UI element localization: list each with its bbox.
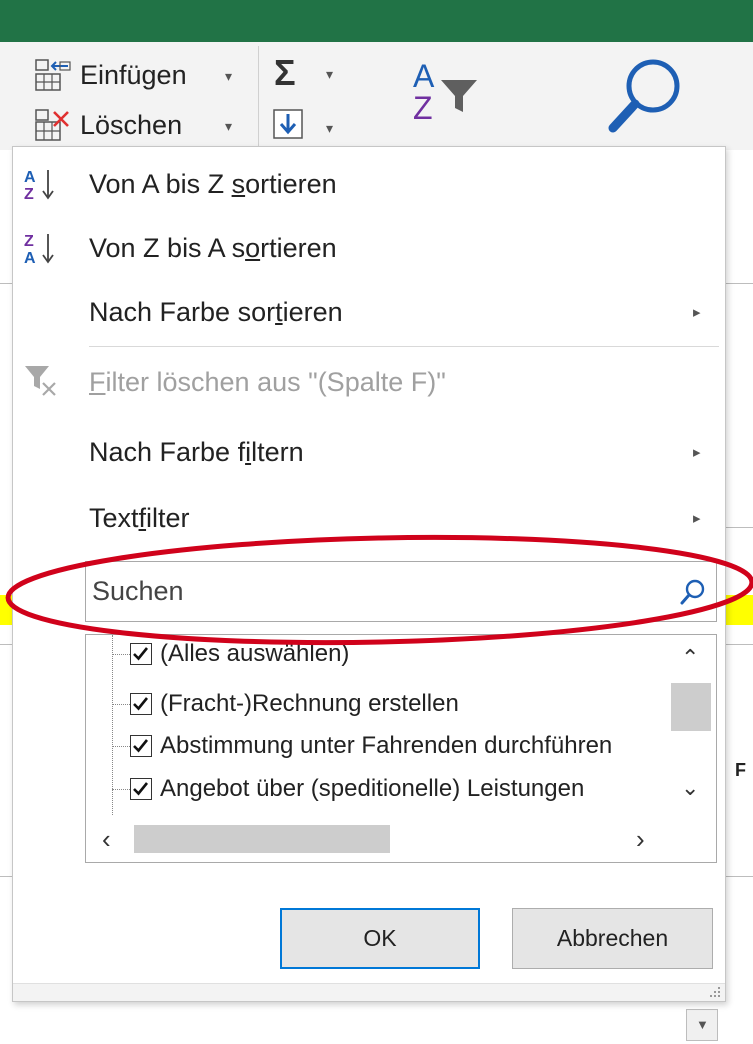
menu-label-clear-filter: Filter löschen aus "(Spalte F)" [89, 367, 446, 397]
delete-cells-icon [35, 109, 69, 141]
sheet-gridline [726, 283, 753, 284]
checkbox[interactable] [130, 693, 152, 715]
list-item[interactable]: Abstimmung unter Fahrenden durchführen [86, 729, 661, 763]
sheet-yellow-cell [0, 595, 12, 625]
sheet-gridline [0, 876, 12, 877]
resize-grip-icon[interactable] [705, 983, 723, 1001]
list-item-select-all[interactable]: (Alles auswählen) [86, 637, 661, 671]
menu-separator [89, 346, 719, 347]
horizontal-scroll-thumb[interactable] [134, 825, 390, 853]
fill-down-icon [273, 109, 303, 139]
sheet-gridline [726, 876, 753, 877]
svg-text:Z: Z [24, 186, 34, 201]
sheet-yellow-cell [726, 595, 753, 625]
tree-line [112, 746, 130, 747]
vertical-scrollbar[interactable]: ⌃ ⌄ [667, 635, 716, 815]
scroll-left-icon[interactable]: ‹ [102, 826, 111, 852]
svg-text:A: A [24, 250, 36, 265]
autosum-button[interactable]: Σ ▾ [270, 52, 340, 94]
scrollbar-corner [667, 817, 716, 862]
search-icon [680, 579, 705, 605]
insert-cells-icon [35, 59, 71, 91]
menu-label-text-filter: Textfilter [89, 503, 190, 533]
checkmark-icon [133, 782, 149, 796]
chevron-down-icon: ▾ [225, 118, 233, 134]
fill-button[interactable]: ▾ [270, 106, 340, 148]
menu-label-sort-az: Von A bis Z sortieren [89, 169, 337, 199]
sort-z-letter: Z [413, 90, 433, 126]
submenu-arrow-icon: ▸ [693, 304, 701, 321]
filter-funnel-icon [441, 80, 477, 112]
submenu-arrow-icon: ▸ [693, 444, 701, 461]
sheet-cell-text: F [735, 760, 746, 780]
sort-az-icon: A Z [24, 169, 54, 201]
filter-value-list[interactable]: (Alles auswählen) (Fracht-)Rechnung erst… [85, 634, 717, 863]
list-item-label: Abstimmung unter Fahrenden durchführen [160, 732, 613, 759]
checkmark-icon [133, 697, 149, 711]
menu-item-filter-by-color[interactable]: Nach Farbe filtern ▸ [13, 419, 725, 481]
sort-za-icon: Z A [24, 233, 54, 265]
menu-item-sort-by-color[interactable]: Nach Farbe sortieren ▸ [13, 281, 725, 343]
menu-item-sort-az[interactable]: A Z Von A bis Z sortieren [13, 153, 725, 215]
search-icon[interactable] [605, 56, 689, 140]
scroll-up-icon[interactable]: ⌃ [681, 647, 699, 669]
checkbox[interactable] [130, 735, 152, 757]
tree-line [112, 654, 130, 655]
svg-text:A: A [24, 169, 36, 186]
submenu-arrow-icon: ▸ [693, 510, 701, 527]
popup-footer-strip [13, 983, 725, 1001]
sort-filter-button[interactable]: A Z [405, 52, 495, 142]
horizontal-scrollbar[interactable]: ‹ › [86, 817, 667, 862]
sheet-gridline [0, 283, 12, 284]
sigma-icon: Σ [274, 52, 296, 93]
delete-cells-button[interactable]: Löschen ▾ [30, 106, 245, 144]
chevron-down-icon: ▾ [326, 66, 334, 82]
checkbox[interactable] [130, 778, 152, 800]
menu-label-sort-by-color: Nach Farbe sortieren [89, 297, 343, 327]
dropdown-button[interactable]: ▼ [686, 1009, 718, 1041]
sheet-gridline [0, 644, 12, 645]
tree-line [112, 704, 130, 705]
search-input[interactable] [86, 562, 666, 621]
chevron-down-icon: ▾ [326, 120, 334, 136]
sheet-gridline [726, 527, 753, 528]
menu-item-clear-filter[interactable]: Filter löschen aus "(Spalte F)" [13, 349, 725, 411]
list-item[interactable]: Angebot über (speditionelle) Leistungen [86, 772, 661, 806]
checkmark-icon [133, 739, 149, 753]
excel-title-bar [0, 0, 753, 42]
menu-item-text-filter[interactable]: Textfilter ▸ [13, 487, 725, 549]
insert-cells-button[interactable]: Einfügen ▾ [30, 56, 245, 94]
list-item[interactable]: (Fracht-)Rechnung erstellen [86, 687, 661, 721]
svg-text:Z: Z [24, 233, 34, 250]
vertical-scroll-thumb[interactable] [671, 683, 711, 731]
tree-line [112, 789, 130, 790]
delete-label: Löschen [80, 110, 183, 140]
checkmark-icon [133, 647, 149, 661]
checkbox[interactable] [130, 643, 152, 665]
ribbon: Einfügen ▾ Löschen ▾ Σ ▾ ▾ A Z [0, 42, 753, 150]
search-box[interactable] [85, 561, 717, 622]
ribbon-separator [258, 46, 259, 150]
ok-button[interactable]: OK [280, 908, 480, 969]
clear-filter-icon [25, 366, 56, 396]
menu-item-sort-za[interactable]: Z A Von Z bis A sortieren [13, 217, 725, 279]
scroll-down-icon[interactable]: ⌄ [681, 777, 699, 799]
sheet-gridline [726, 644, 753, 645]
menu-label-sort-za: Von Z bis A sortieren [89, 233, 337, 263]
menu-label-filter-by-color: Nach Farbe filtern [89, 437, 304, 467]
scroll-right-icon[interactable]: › [636, 826, 645, 852]
cancel-button[interactable]: Abbrechen [512, 908, 713, 969]
chevron-down-icon: ▾ [225, 68, 233, 84]
insert-label: Einfügen [80, 60, 187, 90]
list-item-label: (Alles auswählen) [160, 640, 350, 667]
list-item-label: Angebot über (speditionelle) Leistungen [160, 775, 585, 802]
list-item-label: (Fracht-)Rechnung erstellen [160, 690, 459, 717]
chevron-down-icon: ▼ [696, 1017, 709, 1032]
